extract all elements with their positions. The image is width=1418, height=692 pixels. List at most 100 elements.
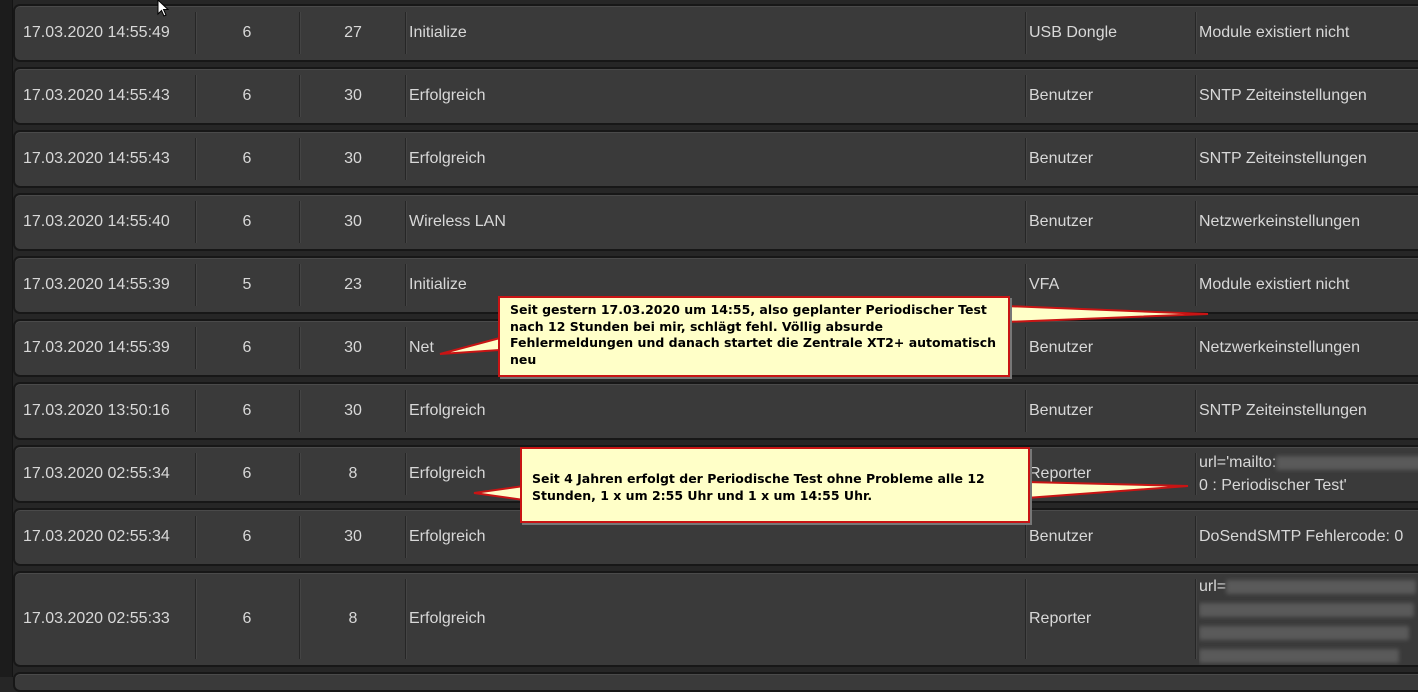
code-cell: 30 — [344, 339, 362, 356]
source-cell: VFA — [1029, 276, 1060, 293]
column-divider — [1195, 201, 1197, 243]
column-divider — [405, 201, 407, 243]
mouse-pointer-icon — [157, 0, 170, 17]
source-cell: Benutzer — [1029, 150, 1094, 167]
column-divider — [1025, 327, 1027, 369]
level-cell: 6 — [242, 213, 252, 230]
column-divider — [1025, 12, 1027, 54]
column-divider — [1025, 75, 1027, 117]
code-cell: 23 — [344, 276, 362, 293]
source-cell: Benutzer — [1029, 402, 1094, 419]
code-cell: 30 — [344, 213, 362, 230]
info-line: url='mailto: — [1199, 454, 1277, 471]
table-row[interactable]: 17.03.2020 14:55:40 6 30 Wireless LAN Be… — [13, 193, 1418, 251]
info-cell: SNTP Zeiteinstellungen — [1199, 87, 1367, 104]
info-cell: Netzwerkeinstellungen — [1199, 339, 1360, 356]
event-cell: Initialize — [409, 24, 467, 41]
column-divider — [1025, 579, 1027, 659]
table-row[interactable]: 17.03.2020 14:55:43 6 30 Erfolgreich Ben… — [13, 67, 1418, 125]
column-divider — [1195, 579, 1197, 659]
redacted-text — [1199, 602, 1414, 617]
level-cell: 6 — [242, 465, 252, 482]
info-line: 0 : Periodischer Test' — [1199, 477, 1347, 494]
source-cell: Benutzer — [1029, 87, 1094, 104]
level-cell: 6 — [242, 87, 252, 104]
column-divider — [405, 390, 407, 432]
level-cell: 6 — [242, 150, 252, 167]
info-cell: Netzwerkeinstellungen — [1199, 213, 1360, 230]
annotation-callout: Seit 4 Jahren erfolgt der Periodische Te… — [520, 447, 1030, 523]
column-divider — [1195, 453, 1197, 495]
source-cell: Benutzer — [1029, 213, 1094, 230]
level-cell: 5 — [242, 276, 252, 293]
redacted-text — [1276, 455, 1418, 470]
event-cell: Wireless LAN — [409, 213, 506, 230]
date-cell: 17.03.2020 14:55:40 — [23, 213, 170, 230]
source-cell: Benutzer — [1029, 528, 1094, 545]
code-cell: 8 — [348, 610, 358, 627]
column-divider — [1195, 264, 1197, 306]
redacted-text — [1199, 648, 1399, 663]
date-cell: 17.03.2020 14:55:39 — [23, 339, 170, 356]
info-line: url= — [1199, 578, 1227, 595]
column-divider — [405, 579, 407, 659]
redacted-text — [1226, 579, 1417, 594]
column-divider — [405, 75, 407, 117]
column-divider — [405, 264, 407, 306]
annotation-callout: Seit gestern 17.03.2020 um 14:55, also g… — [498, 296, 1010, 377]
source-cell: USB Dongle — [1029, 24, 1118, 41]
redacted-text — [1199, 625, 1409, 640]
table-row[interactable] — [13, 672, 1418, 692]
level-cell: 6 — [242, 610, 252, 627]
event-cell: Erfolgreich — [409, 402, 486, 419]
level-cell: 6 — [242, 528, 252, 545]
table-row[interactable]: 17.03.2020 02:55:33 6 8 Erfolgreich Repo… — [13, 571, 1418, 667]
column-divider — [405, 453, 407, 495]
column-divider — [1025, 138, 1027, 180]
column-divider — [1195, 390, 1197, 432]
column-divider — [1025, 390, 1027, 432]
event-cell: Erfolgreich — [409, 150, 486, 167]
level-cell: 6 — [242, 24, 252, 41]
info-cell: SNTP Zeiteinstellungen — [1199, 402, 1367, 419]
date-cell: 17.03.2020 14:55:39 — [23, 276, 170, 293]
column-divider — [1195, 516, 1197, 558]
source-cell: Benutzer — [1029, 339, 1094, 356]
column-divider — [1195, 327, 1197, 369]
code-cell: 8 — [348, 465, 358, 482]
code-cell: 30 — [344, 528, 362, 545]
code-cell: 30 — [344, 402, 362, 419]
info-cell: url= — [1199, 573, 1418, 665]
date-cell: 17.03.2020 02:55:34 — [23, 528, 170, 545]
date-cell: 17.03.2020 02:55:34 — [23, 465, 170, 482]
table-row[interactable]: 17.03.2020 14:55:43 6 30 Erfolgreich Ben… — [13, 130, 1418, 188]
date-cell: 17.03.2020 02:55:33 — [23, 610, 170, 627]
column-divider — [405, 138, 407, 180]
column-divider — [405, 327, 407, 369]
code-cell: 27 — [344, 24, 362, 41]
event-cell: Erfolgreich — [409, 87, 486, 104]
column-divider — [1195, 138, 1197, 180]
date-cell: 17.03.2020 13:50:16 — [23, 402, 170, 419]
source-cell: Reporter — [1029, 465, 1092, 482]
source-cell: Reporter — [1029, 610, 1092, 627]
column-divider — [1195, 12, 1197, 54]
date-cell: 17.03.2020 14:55:43 — [23, 87, 170, 104]
column-divider — [1195, 75, 1197, 117]
info-cell: Module existiert nicht — [1199, 24, 1350, 41]
column-divider — [405, 12, 407, 54]
column-divider — [405, 516, 407, 558]
column-divider — [1025, 264, 1027, 306]
left-scroll-strip — [0, 0, 13, 677]
level-cell: 6 — [242, 402, 252, 419]
table-row[interactable]: 17.03.2020 14:55:49 6 27 Initialize USB … — [13, 4, 1418, 62]
date-cell: 17.03.2020 14:55:43 — [23, 150, 170, 167]
event-cell: Erfolgreich — [409, 610, 486, 627]
table-row[interactable]: 17.03.2020 13:50:16 6 30 Erfolgreich Ben… — [13, 382, 1418, 440]
info-cell: SNTP Zeiteinstellungen — [1199, 150, 1367, 167]
level-cell: 6 — [242, 339, 252, 356]
info-cell: Module existiert nicht — [1199, 276, 1350, 293]
column-divider — [1025, 201, 1027, 243]
info-cell: DoSendSMTP Fehlercode: 0 — [1199, 528, 1404, 545]
info-cell: url='mailto: 0 : Periodischer Test' — [1199, 447, 1418, 501]
